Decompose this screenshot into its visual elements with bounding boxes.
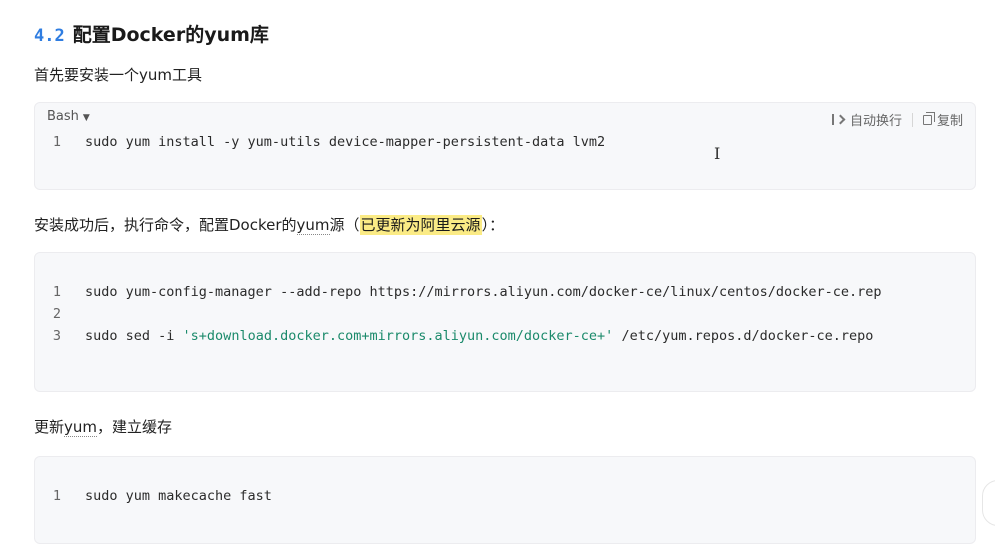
word-wrap-button[interactable]: 自动换行 bbox=[831, 110, 902, 129]
section-heading: 4.2 配置Docker的yum库 bbox=[34, 20, 269, 47]
code-content[interactable]: 1 sudo yum makecache fast bbox=[35, 485, 975, 507]
code-line: 3 sudo sed -i 's+download.docker.com+mirr… bbox=[35, 325, 975, 347]
code-text: sudo yum makecache fast bbox=[85, 488, 272, 504]
code-string-literal: 's+download.docker.com+mirrors.aliyun.co… bbox=[182, 328, 614, 344]
line-number: 2 bbox=[52, 306, 61, 322]
code-line: 1 sudo yum-config-manager --add-repo http… bbox=[35, 281, 975, 303]
copy-button[interactable]: 复制 bbox=[922, 110, 963, 129]
code-content[interactable]: 1 sudo yum-config-manager --add-repo http… bbox=[35, 281, 975, 347]
text-cursor-icon: I bbox=[714, 144, 721, 163]
line-number: 1 bbox=[52, 488, 61, 504]
step2-yum-word: yum bbox=[296, 216, 330, 235]
section-title: 配置Docker的yum库 bbox=[72, 24, 269, 46]
code-text: sudo yum-config-manager --add-repo https… bbox=[85, 284, 882, 300]
line-number: 3 bbox=[52, 328, 61, 344]
step2-text-mid: 源（ bbox=[329, 216, 360, 234]
step2-text-after: ）： bbox=[481, 216, 505, 234]
code-content[interactable]: 1 sudo yum install -y yum-utils device-ma… bbox=[35, 131, 975, 153]
language-selector[interactable]: Bash ▼ bbox=[47, 109, 90, 124]
code-block-repo: 1 sudo yum-config-manager --add-repo http… bbox=[34, 252, 976, 392]
line-number: 1 bbox=[52, 134, 61, 150]
code-text-prefix: sudo sed -i bbox=[85, 328, 183, 344]
copy-label: 复制 bbox=[936, 114, 963, 129]
step3-yum-word: yum bbox=[64, 418, 98, 437]
chevron-down-icon: ▼ bbox=[82, 113, 90, 123]
toolbar-divider bbox=[911, 112, 913, 127]
code-line: 1 sudo yum makecache fast bbox=[35, 485, 975, 507]
code-text: sudo yum install -y yum-utils device-map… bbox=[85, 134, 606, 150]
step2-paragraph: 安装成功后，执行命令，配置Docker的yum源（已更新为阿里云源）： bbox=[34, 214, 504, 235]
step3-text-before: 更新 bbox=[34, 418, 65, 436]
intro-paragraph: 首先要安装一个yum工具 bbox=[34, 66, 202, 84]
code-line: 1 sudo yum install -y yum-utils device-ma… bbox=[35, 131, 975, 153]
code-block-cache: 1 sudo yum makecache fast bbox=[34, 456, 976, 544]
line-number: 1 bbox=[52, 284, 61, 300]
highlight-text: 已更新为阿里云源 bbox=[359, 215, 482, 235]
step3-text-after: ，建立缓存 bbox=[97, 418, 173, 436]
code-toolbar: 自动换行 复制 bbox=[831, 110, 963, 129]
section-number: 4.2 bbox=[34, 26, 65, 46]
language-label: Bash bbox=[47, 109, 79, 124]
code-block-install: Bash ▼ 自动换行 复制 1 sudo yum install -y yum-u… bbox=[34, 102, 976, 190]
code-text-suffix: /etc/yum.repos.d/docker-ce.repo bbox=[613, 328, 874, 344]
word-wrap-icon bbox=[831, 114, 846, 125]
step3-paragraph: 更新yum，建立缓存 bbox=[34, 416, 172, 437]
step2-text-before: 安装成功后，执行命令，配置Docker的 bbox=[34, 216, 297, 234]
document-page: 4.2 配置Docker的yum库 首先要安装一个yum工具 Bash ▼ 自动换行… bbox=[0, 0, 995, 555]
copy-icon bbox=[922, 111, 935, 125]
floating-widget-button[interactable] bbox=[982, 480, 995, 526]
word-wrap-label: 自动换行 bbox=[849, 114, 902, 129]
code-line: 2 bbox=[35, 303, 975, 325]
